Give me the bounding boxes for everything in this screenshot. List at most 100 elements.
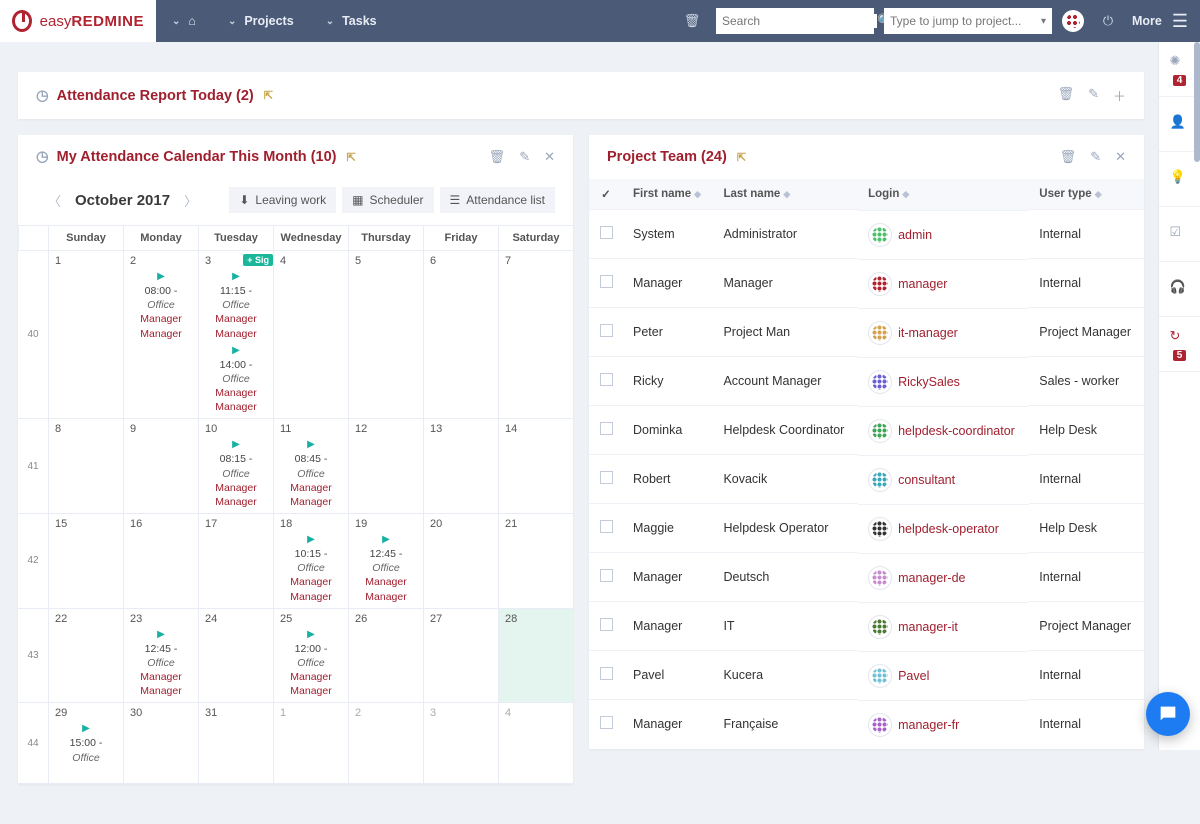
calendar-event[interactable]: 08:15 - OfficeManager Manager bbox=[205, 452, 267, 509]
calendar-day[interactable]: 24 bbox=[198, 609, 273, 703]
leaving-work-button[interactable]: ⬇Leaving work bbox=[229, 187, 336, 213]
calendar-event[interactable]: 12:00 - OfficeManager Manager bbox=[280, 642, 342, 699]
table-row[interactable]: RobertKovacikconsultantInternal bbox=[589, 455, 1144, 504]
cell-login[interactable]: Pavel bbox=[858, 651, 1029, 700]
rail-time[interactable]: ↻ 5 bbox=[1159, 317, 1200, 372]
calendar-event[interactable]: 10:15 - OfficeManager Manager bbox=[280, 547, 342, 604]
calendar-event[interactable]: 11:15 - OfficeManager Manager bbox=[205, 284, 267, 341]
calendar-event[interactable]: 12:45 - OfficeManager Manager bbox=[355, 547, 417, 604]
search-input[interactable] bbox=[722, 14, 877, 28]
calendar-day[interactable]: 17 bbox=[198, 514, 273, 608]
attendance-list-button[interactable]: ☰Attendance list bbox=[440, 187, 555, 213]
menu-tasks[interactable]: ⌄ Tasks bbox=[310, 0, 393, 42]
menu-projects[interactable]: ⌄ Projects bbox=[212, 0, 310, 42]
calendar-day[interactable]: 6 bbox=[423, 251, 498, 418]
row-checkbox[interactable] bbox=[600, 226, 613, 239]
calendar-event[interactable]: 15:00 - Office bbox=[55, 736, 117, 764]
check-all-icon[interactable]: ✓ bbox=[601, 189, 611, 201]
row-checkbox[interactable] bbox=[600, 275, 613, 288]
calendar-day[interactable]: 26 bbox=[348, 609, 423, 703]
power-icon[interactable]: ⏻ bbox=[1094, 7, 1122, 35]
calendar-event[interactable]: 08:00 - OfficeManager Manager bbox=[130, 284, 192, 341]
cell-login[interactable]: admin bbox=[858, 210, 1029, 259]
row-checkbox[interactable] bbox=[600, 618, 613, 631]
calendar-day[interactable]: 13 bbox=[423, 419, 498, 513]
table-row[interactable]: SystemAdministratoradminInternal bbox=[589, 210, 1144, 259]
table-row[interactable]: ManagerFrançaisemanager-frInternal bbox=[589, 700, 1144, 749]
table-row[interactable]: ManagerDeutschmanager-deInternal bbox=[589, 553, 1144, 602]
calendar-day[interactable]: 11▶08:45 - OfficeManager Manager bbox=[273, 419, 348, 513]
row-checkbox[interactable] bbox=[600, 716, 613, 729]
next-month[interactable]: 〉 bbox=[184, 191, 197, 210]
table-row[interactable]: ManagerManagermanagerInternal bbox=[589, 259, 1144, 308]
calendar-day[interactable]: 12 bbox=[348, 419, 423, 513]
current-user-avatar[interactable] bbox=[1062, 10, 1084, 32]
calendar-day[interactable]: 1 bbox=[48, 251, 123, 418]
row-checkbox[interactable] bbox=[600, 569, 613, 582]
add-icon[interactable]: ＋ bbox=[1113, 86, 1126, 105]
close-icon[interactable]: ✕ bbox=[544, 149, 555, 165]
scheduler-button[interactable]: ▦Scheduler bbox=[342, 187, 433, 213]
menu-home[interactable]: ⌄ ⌂ bbox=[156, 0, 212, 42]
table-row[interactable]: PeterProject Manit-managerProject Manage… bbox=[589, 308, 1144, 357]
table-row[interactable]: RickyAccount ManagerRickySalesSales - wo… bbox=[589, 357, 1144, 406]
calendar-day[interactable]: 22 bbox=[48, 609, 123, 703]
cell-login[interactable]: RickySales bbox=[858, 357, 1029, 406]
calendar-day[interactable]: 1 bbox=[273, 703, 348, 783]
logo[interactable]: easyREDMINE bbox=[0, 0, 156, 42]
row-checkbox[interactable] bbox=[600, 471, 613, 484]
calendar-day[interactable]: 29▶15:00 - Office bbox=[48, 703, 123, 783]
rail-support[interactable]: 🎧 bbox=[1159, 262, 1200, 317]
calendar-event[interactable]: 12:45 - OfficeManager Manager bbox=[130, 642, 192, 699]
calendar-day[interactable]: 20 bbox=[423, 514, 498, 608]
external-icon[interactable]: ⇱ bbox=[264, 89, 273, 102]
row-checkbox[interactable] bbox=[600, 520, 613, 533]
col-first[interactable]: First name◆ bbox=[623, 179, 713, 210]
external-icon[interactable]: ⇱ bbox=[346, 151, 355, 164]
calendar-day[interactable]: 10▶08:15 - OfficeManager Manager bbox=[198, 419, 273, 513]
calendar-day[interactable]: 27 bbox=[423, 609, 498, 703]
cell-login[interactable]: helpdesk-coordinator bbox=[858, 406, 1029, 455]
col-login[interactable]: Login◆ bbox=[858, 179, 1029, 210]
table-row[interactable]: ManagerITmanager-itProject Manager bbox=[589, 602, 1144, 651]
cell-login[interactable]: manager bbox=[858, 259, 1029, 308]
calendar-day[interactable]: 16 bbox=[123, 514, 198, 608]
calendar-day[interactable]: 31 bbox=[198, 703, 273, 783]
chat-fab[interactable] bbox=[1146, 692, 1190, 736]
row-checkbox[interactable] bbox=[600, 667, 613, 680]
calendar-event[interactable]: 14:00 - OfficeManager Manager bbox=[205, 358, 267, 415]
trash-icon[interactable]: 🗑 bbox=[1060, 149, 1077, 165]
calendar-day[interactable]: 7 bbox=[498, 251, 573, 418]
row-checkbox[interactable] bbox=[600, 324, 613, 337]
edit-icon[interactable]: ✎ bbox=[1088, 86, 1099, 105]
external-icon[interactable]: ⇱ bbox=[737, 151, 746, 164]
calendar-day[interactable]: 5 bbox=[348, 251, 423, 418]
cell-login[interactable]: manager-de bbox=[858, 553, 1029, 602]
calendar-day[interactable]: 4 bbox=[498, 703, 573, 783]
cell-login[interactable]: consultant bbox=[858, 455, 1029, 504]
table-row[interactable]: PavelKuceraPavelInternal bbox=[589, 651, 1144, 700]
calendar-day[interactable]: 28 bbox=[498, 609, 573, 703]
prev-month[interactable]: 〈 bbox=[48, 191, 61, 210]
close-icon[interactable]: ✕ bbox=[1115, 149, 1126, 165]
more-menu[interactable]: More bbox=[1132, 14, 1162, 28]
calendar-day[interactable]: 4 bbox=[273, 251, 348, 418]
calendar-day[interactable]: 25▶12:00 - OfficeManager Manager bbox=[273, 609, 348, 703]
signup-pill[interactable]: + Sig bbox=[243, 254, 273, 266]
table-row[interactable]: MaggieHelpdesk Operatorhelpdesk-operator… bbox=[589, 504, 1144, 553]
trash-icon[interactable]: 🗑 bbox=[678, 7, 706, 35]
calendar-day[interactable]: 14 bbox=[498, 419, 573, 513]
calendar-day[interactable]: 8 bbox=[48, 419, 123, 513]
rail-check[interactable]: ☑ bbox=[1159, 207, 1200, 262]
calendar-day[interactable]: 3 bbox=[423, 703, 498, 783]
calendar-day[interactable]: 21 bbox=[498, 514, 573, 608]
col-last[interactable]: Last name◆ bbox=[713, 179, 858, 210]
table-row[interactable]: DominkaHelpdesk Coordinatorhelpdesk-coor… bbox=[589, 406, 1144, 455]
row-checkbox[interactable] bbox=[600, 373, 613, 386]
cell-login[interactable]: manager-it bbox=[858, 602, 1029, 651]
cell-login[interactable]: helpdesk-operator bbox=[858, 504, 1029, 553]
calendar-day[interactable]: 19▶12:45 - OfficeManager Manager bbox=[348, 514, 423, 608]
calendar-event[interactable]: 08:45 - OfficeManager Manager bbox=[280, 452, 342, 509]
calendar-day[interactable]: 2 bbox=[348, 703, 423, 783]
calendar-day[interactable]: 15 bbox=[48, 514, 123, 608]
